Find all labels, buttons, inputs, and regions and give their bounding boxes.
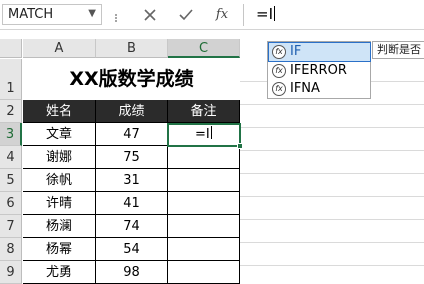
- function-icon: fx: [272, 64, 286, 78]
- close-icon: [144, 9, 156, 21]
- cancel-button[interactable]: [138, 5, 162, 25]
- row-header[interactable]: 8: [0, 238, 22, 261]
- autocomplete-item-iferror[interactable]: fx IFERROR: [269, 62, 370, 80]
- cell-score[interactable]: 75: [96, 146, 168, 169]
- check-icon: [179, 9, 193, 21]
- autocomplete-label: IFERROR: [290, 63, 347, 78]
- drag-handle-icon[interactable]: [112, 11, 120, 22]
- autocomplete-item-if[interactable]: fx IF: [268, 42, 371, 62]
- cell-note[interactable]: [168, 261, 240, 284]
- header-name[interactable]: 姓名: [23, 100, 96, 123]
- function-tooltip: 判断是否: [372, 41, 424, 59]
- cell-name[interactable]: 文章: [23, 123, 96, 146]
- header-note[interactable]: 备注: [168, 100, 240, 123]
- cell-score[interactable]: 31: [96, 169, 168, 192]
- column-header-b[interactable]: B: [96, 39, 168, 58]
- row-header[interactable]: 7: [0, 215, 22, 238]
- cell-score[interactable]: 74: [96, 215, 168, 238]
- cell-name[interactable]: 徐帆: [23, 169, 96, 192]
- column-header-c[interactable]: C: [168, 39, 240, 58]
- row-header[interactable]: 6: [0, 192, 22, 215]
- cell-score[interactable]: 47: [96, 123, 168, 146]
- name-box[interactable]: MATCH ▼: [2, 4, 102, 25]
- sheet-title[interactable]: XX版数学成绩: [23, 59, 240, 100]
- chevron-down-icon[interactable]: ▼: [88, 8, 96, 19]
- text-cursor: [210, 126, 212, 139]
- autocomplete-label: IF: [290, 44, 302, 59]
- text-cursor: [274, 6, 275, 21]
- cell-score[interactable]: 41: [96, 192, 168, 215]
- row-header[interactable]: 4: [0, 146, 22, 169]
- cell-name[interactable]: 杨幂: [23, 238, 96, 261]
- autocomplete-item-ifna[interactable]: fx IFNA: [269, 80, 370, 98]
- name-box-value: MATCH: [8, 7, 54, 22]
- function-icon: fx: [272, 82, 286, 96]
- select-all-button[interactable]: [0, 39, 22, 58]
- row-header[interactable]: 2: [0, 100, 22, 123]
- cell-name[interactable]: 杨澜: [23, 215, 96, 238]
- cell-note[interactable]: [168, 215, 240, 238]
- autocomplete-label: IFNA: [290, 81, 320, 96]
- formula-text: =I: [256, 5, 273, 23]
- function-autocomplete-list: fx IF fx IFERROR fx IFNA: [267, 41, 371, 99]
- enter-button[interactable]: [174, 5, 198, 25]
- cell-note[interactable]: [168, 169, 240, 192]
- column-header-a[interactable]: A: [23, 39, 96, 58]
- cell-name[interactable]: 尤勇: [23, 261, 96, 284]
- cell-score[interactable]: 98: [96, 261, 168, 284]
- formula-bar: MATCH ▼ fx =I: [0, 0, 424, 30]
- active-cell-text: =I: [195, 127, 210, 142]
- cell-name[interactable]: 谢娜: [23, 146, 96, 169]
- cell-note[interactable]: [168, 146, 240, 169]
- cell-note[interactable]: [168, 238, 240, 261]
- active-cell-c3[interactable]: =I: [167, 123, 241, 147]
- row-header[interactable]: 5: [0, 169, 22, 192]
- fill-handle[interactable]: [237, 143, 243, 149]
- row-header[interactable]: 3: [0, 123, 22, 146]
- cell-score[interactable]: 54: [96, 238, 168, 261]
- cell-note[interactable]: [168, 192, 240, 215]
- formula-input[interactable]: =I: [256, 5, 275, 23]
- function-icon: fx: [272, 45, 286, 59]
- cell-name[interactable]: 许晴: [23, 192, 96, 215]
- fx-icon: fx: [215, 7, 229, 22]
- row-header[interactable]: 1: [0, 59, 22, 100]
- header-score[interactable]: 成绩: [96, 100, 168, 123]
- divider: [243, 4, 244, 26]
- row-header[interactable]: 9: [0, 261, 22, 284]
- insert-function-button[interactable]: fx: [210, 5, 234, 25]
